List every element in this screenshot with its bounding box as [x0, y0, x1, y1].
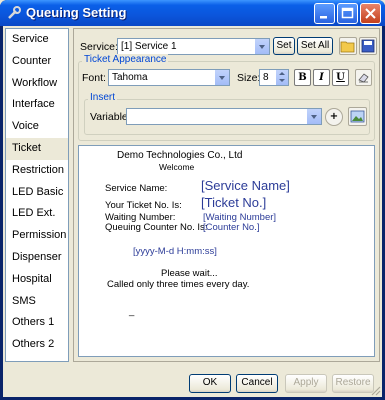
service-select-value: [1] Service 1: [121, 41, 177, 52]
window-title: Queuing Setting: [26, 5, 127, 20]
wrench-icon: [8, 6, 21, 19]
sidebar-item-restriction[interactable]: Restriction: [6, 160, 68, 182]
variable-select[interactable]: [126, 108, 322, 125]
ticket-company-name: Demo Technologies Co., Ltd: [117, 150, 243, 161]
sidebar-item-dispenser[interactable]: Dispenser: [6, 247, 68, 269]
chevron-down-icon[interactable]: [306, 109, 321, 124]
sidebar-item-permission[interactable]: Permission: [6, 225, 68, 247]
sidebar-item-interface[interactable]: Interface: [6, 94, 68, 116]
ticket-datetime-tag: [yyyy-M-d H:mm:ss]: [133, 246, 217, 257]
clear-format-button[interactable]: [355, 69, 372, 86]
sidebar-item-counter[interactable]: Counter: [6, 51, 68, 73]
service-label: Service:: [80, 41, 118, 53]
ticket-counter-label: Queuing Counter No. Is:: [105, 222, 208, 233]
save-button[interactable]: [359, 37, 377, 55]
sidebar-item-sms[interactable]: SMS: [6, 291, 68, 313]
open-folder-button[interactable]: [339, 37, 357, 55]
maximize-button[interactable]: [337, 3, 358, 24]
folder-icon: [340, 41, 355, 53]
sidebar-item-service[interactable]: Service: [6, 29, 68, 51]
insert-title: Insert: [88, 92, 118, 103]
ticket-settings-panel: Service: [1] Service 1 Set Set All Ticke…: [73, 28, 380, 362]
restore-button[interactable]: Restore: [332, 374, 374, 393]
font-select[interactable]: Tahoma: [108, 69, 230, 86]
sidebar-item-ticket[interactable]: Ticket: [6, 137, 68, 160]
queuing-setting-window: Queuing Setting Service Counter Workflow…: [0, 0, 385, 400]
ticket-counter-tag: [Counter No.]: [203, 222, 260, 233]
close-icon: [365, 8, 376, 19]
bold-button[interactable]: B: [294, 69, 311, 86]
ok-button[interactable]: OK: [189, 374, 231, 393]
sidebar-item-voice[interactable]: Voice: [6, 116, 68, 138]
insert-variable-button[interactable]: +: [325, 108, 343, 126]
font-select-value: Tahoma: [112, 72, 148, 83]
ticket-called-note: Called only three times every day.: [107, 279, 250, 290]
sidebar-item-hospital[interactable]: Hospital: [6, 269, 68, 291]
font-label: Font:: [82, 72, 106, 84]
ticket-layout-editor[interactable]: Demo Technologies Co., Ltd Welcome Servi…: [78, 145, 375, 357]
sidebar-item-workflow[interactable]: Workflow: [6, 73, 68, 95]
ticket-please-wait: Please wait...: [161, 268, 218, 279]
apply-button[interactable]: Apply: [285, 374, 327, 393]
ticket-service-name-label: Service Name:: [105, 183, 168, 194]
image-icon: [350, 110, 365, 123]
insert-image-button[interactable]: [348, 107, 367, 126]
minimize-button[interactable]: [314, 3, 335, 24]
chevron-down-icon[interactable]: [254, 39, 269, 54]
window-body: Service Counter Workflow Interface Voice…: [3, 26, 382, 397]
size-value: 8: [263, 72, 269, 83]
eraser-icon: [358, 73, 369, 83]
maximize-icon: [341, 7, 354, 19]
sidebar-item-others-1[interactable]: Others 1: [6, 312, 68, 334]
text-cursor: _: [129, 306, 135, 317]
sidebar-item-others-2[interactable]: Others 2: [6, 334, 68, 356]
variable-label: Variable:: [90, 111, 131, 123]
resize-grip-icon[interactable]: [369, 384, 381, 396]
size-label: Size:: [237, 72, 261, 84]
ticket-number-label: Your Ticket No. Is:: [105, 200, 182, 211]
underline-button[interactable]: U: [332, 69, 349, 86]
set-button[interactable]: Set: [273, 37, 295, 55]
ticket-welcome: Welcome: [159, 162, 195, 172]
sidebar-item-led-basic[interactable]: LED Basic: [6, 182, 68, 204]
title-bar[interactable]: Queuing Setting: [0, 0, 385, 26]
set-all-button[interactable]: Set All: [297, 37, 333, 55]
size-stepper[interactable]: 8: [259, 69, 289, 86]
spinner-arrows-icon[interactable]: [276, 70, 288, 85]
service-select[interactable]: [1] Service 1: [117, 38, 270, 55]
sidebar-item-led-ext[interactable]: LED Ext.: [6, 203, 68, 225]
settings-nav: Service Counter Workflow Interface Voice…: [5, 28, 69, 362]
save-disk-icon: [361, 39, 375, 53]
italic-button[interactable]: I: [313, 69, 330, 86]
cancel-button[interactable]: Cancel: [236, 374, 278, 393]
minimize-icon: [320, 16, 327, 19]
ticket-appearance-title: Ticket Appearance: [82, 54, 169, 65]
close-button[interactable]: [360, 3, 381, 24]
chevron-down-icon[interactable]: [214, 70, 229, 85]
ticket-service-name-tag: [Service Name]: [201, 178, 290, 193]
ticket-number-tag: [Ticket No.]: [201, 195, 267, 210]
